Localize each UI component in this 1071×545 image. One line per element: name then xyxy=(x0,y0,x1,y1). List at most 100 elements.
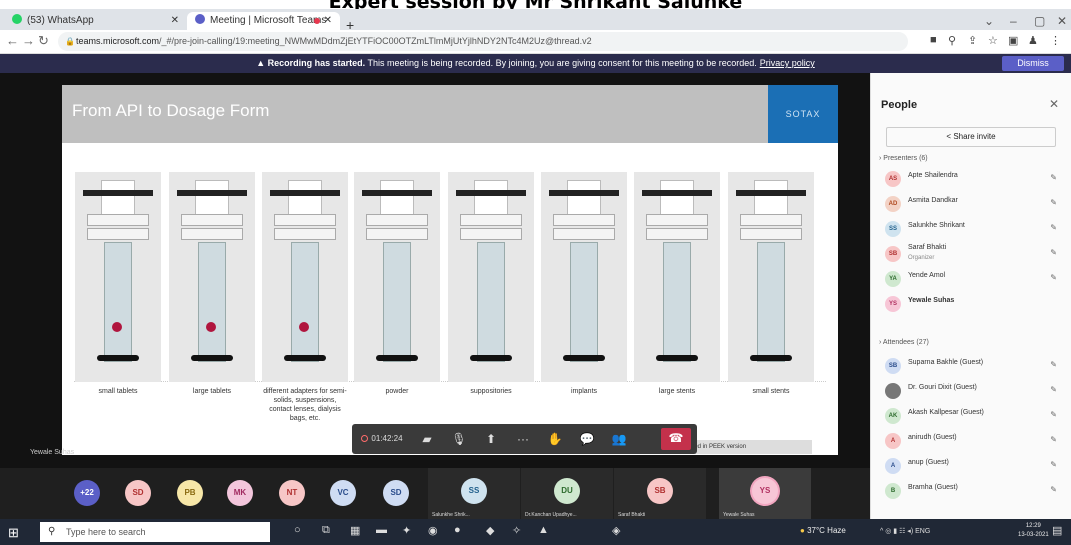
participant-row[interactable]: YA Yende Amol ✎ xyxy=(871,269,1071,289)
participant-row[interactable]: SB Saraf Bhakti Organizer ✎ xyxy=(871,244,1071,264)
leave-button[interactable]: ☎ xyxy=(661,428,691,450)
mic-off-icon: ✎ xyxy=(1050,360,1057,369)
whatsapp-icon xyxy=(12,14,22,24)
mic-off-icon: ✎ xyxy=(1050,385,1057,394)
product-image xyxy=(75,172,161,382)
camera-off-icon[interactable]: ▰ xyxy=(414,429,440,449)
meeting-stage: From API to Dosage Form SOTAX small tabl… xyxy=(0,73,870,468)
participant-avatar[interactable]: DU xyxy=(554,478,580,504)
avatar: YS xyxy=(885,296,901,312)
maximize-icon[interactable]: ▢ xyxy=(1034,14,1045,28)
raise-hand-icon[interactable]: ✋ xyxy=(542,429,568,449)
more-icon[interactable]: ⋮ xyxy=(1050,34,1061,47)
participant-row[interactable]: Aanirudh (Guest) ✎ xyxy=(871,431,1071,451)
excel-icon[interactable]: ▦ xyxy=(350,524,360,537)
chrome-icon[interactable]: ◉ xyxy=(428,524,438,537)
firefox-icon[interactable]: ● xyxy=(454,524,461,536)
zoom-icon[interactable]: ⚲ xyxy=(948,34,956,47)
notifications-icon[interactable]: ▤ xyxy=(1052,524,1062,537)
close-icon[interactable]: ✕ xyxy=(1049,97,1059,111)
dismiss-button[interactable]: Dismiss xyxy=(1002,56,1064,71)
avatar: AS xyxy=(885,171,901,187)
participant-avatar[interactable]: SS xyxy=(461,478,487,504)
participant-row[interactable]: AS Apte Shailendra ✎ xyxy=(871,169,1071,189)
windows-start-icon[interactable]: ⊞ xyxy=(8,525,19,541)
shared-slide: From API to Dosage Form SOTAX small tabl… xyxy=(62,85,838,455)
participants-icon[interactable]: 👥 xyxy=(606,429,632,449)
avatar: SS xyxy=(885,221,901,237)
taskbar-search-input[interactable]: ⚲ Type here to search xyxy=(40,522,270,542)
file-explorer-icon[interactable]: ▬ xyxy=(376,524,387,536)
share-icon[interactable]: ⇪ xyxy=(968,34,977,47)
avatar: YA xyxy=(885,271,901,287)
participant-row[interactable]: SB Suparna Bakhle (Guest) ✎ xyxy=(871,356,1071,376)
speaker-name: Yewale Suhas xyxy=(30,449,75,456)
participant-row[interactable]: SS Salunkhe Shrikant ✎ xyxy=(871,219,1071,239)
participant-name: Dr. Gouri Dixit (Guest) xyxy=(908,384,977,391)
close-window-icon[interactable]: ✕ xyxy=(1057,14,1067,28)
tab-teams[interactable]: Meeting | Microsoft Teams ✕ xyxy=(187,12,340,30)
search-icon: ⚲ xyxy=(48,526,56,537)
participant-avatar[interactable]: VC xyxy=(330,480,356,506)
participant-avatar[interactable]: NT xyxy=(279,480,305,506)
timer-text: 01:42:24 xyxy=(371,434,403,443)
weather-widget[interactable]: ● 37°C Haze xyxy=(800,526,846,535)
extensions-icon[interactable]: ▣ xyxy=(1008,34,1018,47)
mic-off-icon: ✎ xyxy=(1050,173,1057,182)
system-tray[interactable]: ^ ◎ ▮ ☷ ◂) ENG xyxy=(880,527,930,535)
minimize-icon[interactable]: – xyxy=(1010,14,1017,28)
attendees-header[interactable]: › Attendees (27) xyxy=(879,339,929,346)
close-icon[interactable]: ✕ xyxy=(324,12,332,30)
participant-avatar[interactable]: SD xyxy=(383,480,409,506)
participant-name: Salunkhe Shrikant xyxy=(908,222,965,229)
participant-role: Organizer xyxy=(908,255,935,261)
reload-icon[interactable]: ↻ xyxy=(38,33,49,49)
weather-text: 37°C Haze xyxy=(807,526,846,535)
participant-row[interactable]: Dr. Gouri Dixit (Guest) ✎ xyxy=(871,381,1071,401)
app-icon[interactable]: ✧ xyxy=(512,524,521,537)
close-icon[interactable]: ✕ xyxy=(171,12,179,30)
app-icon[interactable]: ◆ xyxy=(486,524,494,537)
chevron-down-icon[interactable]: ⌄ xyxy=(984,14,994,28)
participant-avatar[interactable]: SD xyxy=(125,480,151,506)
tab-title: Meeting | Microsoft Teams xyxy=(210,15,327,26)
attendees-label: Attendees (27) xyxy=(882,339,929,346)
mic-off-icon[interactable]: 🎙 xyxy=(446,429,472,449)
tab-whatsapp[interactable]: (53) WhatsApp ✕ xyxy=(4,12,187,30)
clock[interactable]: 12:29 13-03-2021 xyxy=(1018,522,1049,540)
browser-tab-bar: (53) WhatsApp ✕ Meeting | Microsoft Teams… xyxy=(0,9,1071,33)
chat-icon[interactable]: 💬 xyxy=(574,429,600,449)
call-timer: 01:42:24 xyxy=(358,429,406,449)
participant-avatar[interactable]: SB xyxy=(647,478,673,504)
participant-gallery: +22 SD PB MK NT VC SD SS Salunkhe Shrik... DU Dr.K… xyxy=(0,468,870,519)
app-icon[interactable]: ▲ xyxy=(538,524,549,536)
teams-taskbar-icon[interactable]: ◈ xyxy=(612,524,620,537)
back-icon[interactable]: ← xyxy=(6,33,19,48)
share-invite-button[interactable]: < Share invite xyxy=(886,127,1056,147)
more-actions-icon[interactable]: ··· xyxy=(510,429,536,449)
participant-avatar[interactable]: PB xyxy=(177,480,203,506)
camera-icon[interactable]: ■ xyxy=(930,34,937,46)
star-icon[interactable]: ☆ xyxy=(988,34,998,47)
app-icon[interactable]: ✦ xyxy=(402,524,411,537)
recording-title: Recording has started. xyxy=(267,58,366,68)
cortana-icon[interactable]: ○ xyxy=(294,524,301,536)
slide-footnote: used in PEEK version xyxy=(682,440,812,454)
participant-row[interactable]: AD Asmita Dandkar ✎ xyxy=(871,194,1071,214)
participant-row[interactable]: AK Akash Kallpesar (Guest) ✎ xyxy=(871,406,1071,426)
privacy-policy-link[interactable]: Privacy policy xyxy=(760,58,815,68)
url-input[interactable]: 🔒 teams.microsoft.com/_#/pre-join-calling… xyxy=(58,32,908,51)
share-tray-icon[interactable]: ⬆ xyxy=(478,429,504,449)
participant-row[interactable]: Aanup (Guest) ✎ xyxy=(871,456,1071,476)
presenters-header[interactable]: › Presenters (6) xyxy=(879,155,928,162)
participant-row[interactable]: YS Yewale Suhas xyxy=(871,294,1071,314)
participant-avatar[interactable]: MK xyxy=(227,480,253,506)
product-image xyxy=(169,172,255,382)
task-view-icon[interactable]: ⧉ xyxy=(322,524,330,537)
profile-icon[interactable]: ♟ xyxy=(1028,34,1038,47)
product-label: large stents xyxy=(658,388,696,395)
participant-avatar[interactable]: YS xyxy=(752,478,778,504)
forward-icon[interactable]: → xyxy=(22,33,35,48)
participant-avatar[interactable]: +22 xyxy=(74,480,100,506)
participant-row[interactable]: B Bramha (Guest) ✎ xyxy=(871,481,1071,501)
